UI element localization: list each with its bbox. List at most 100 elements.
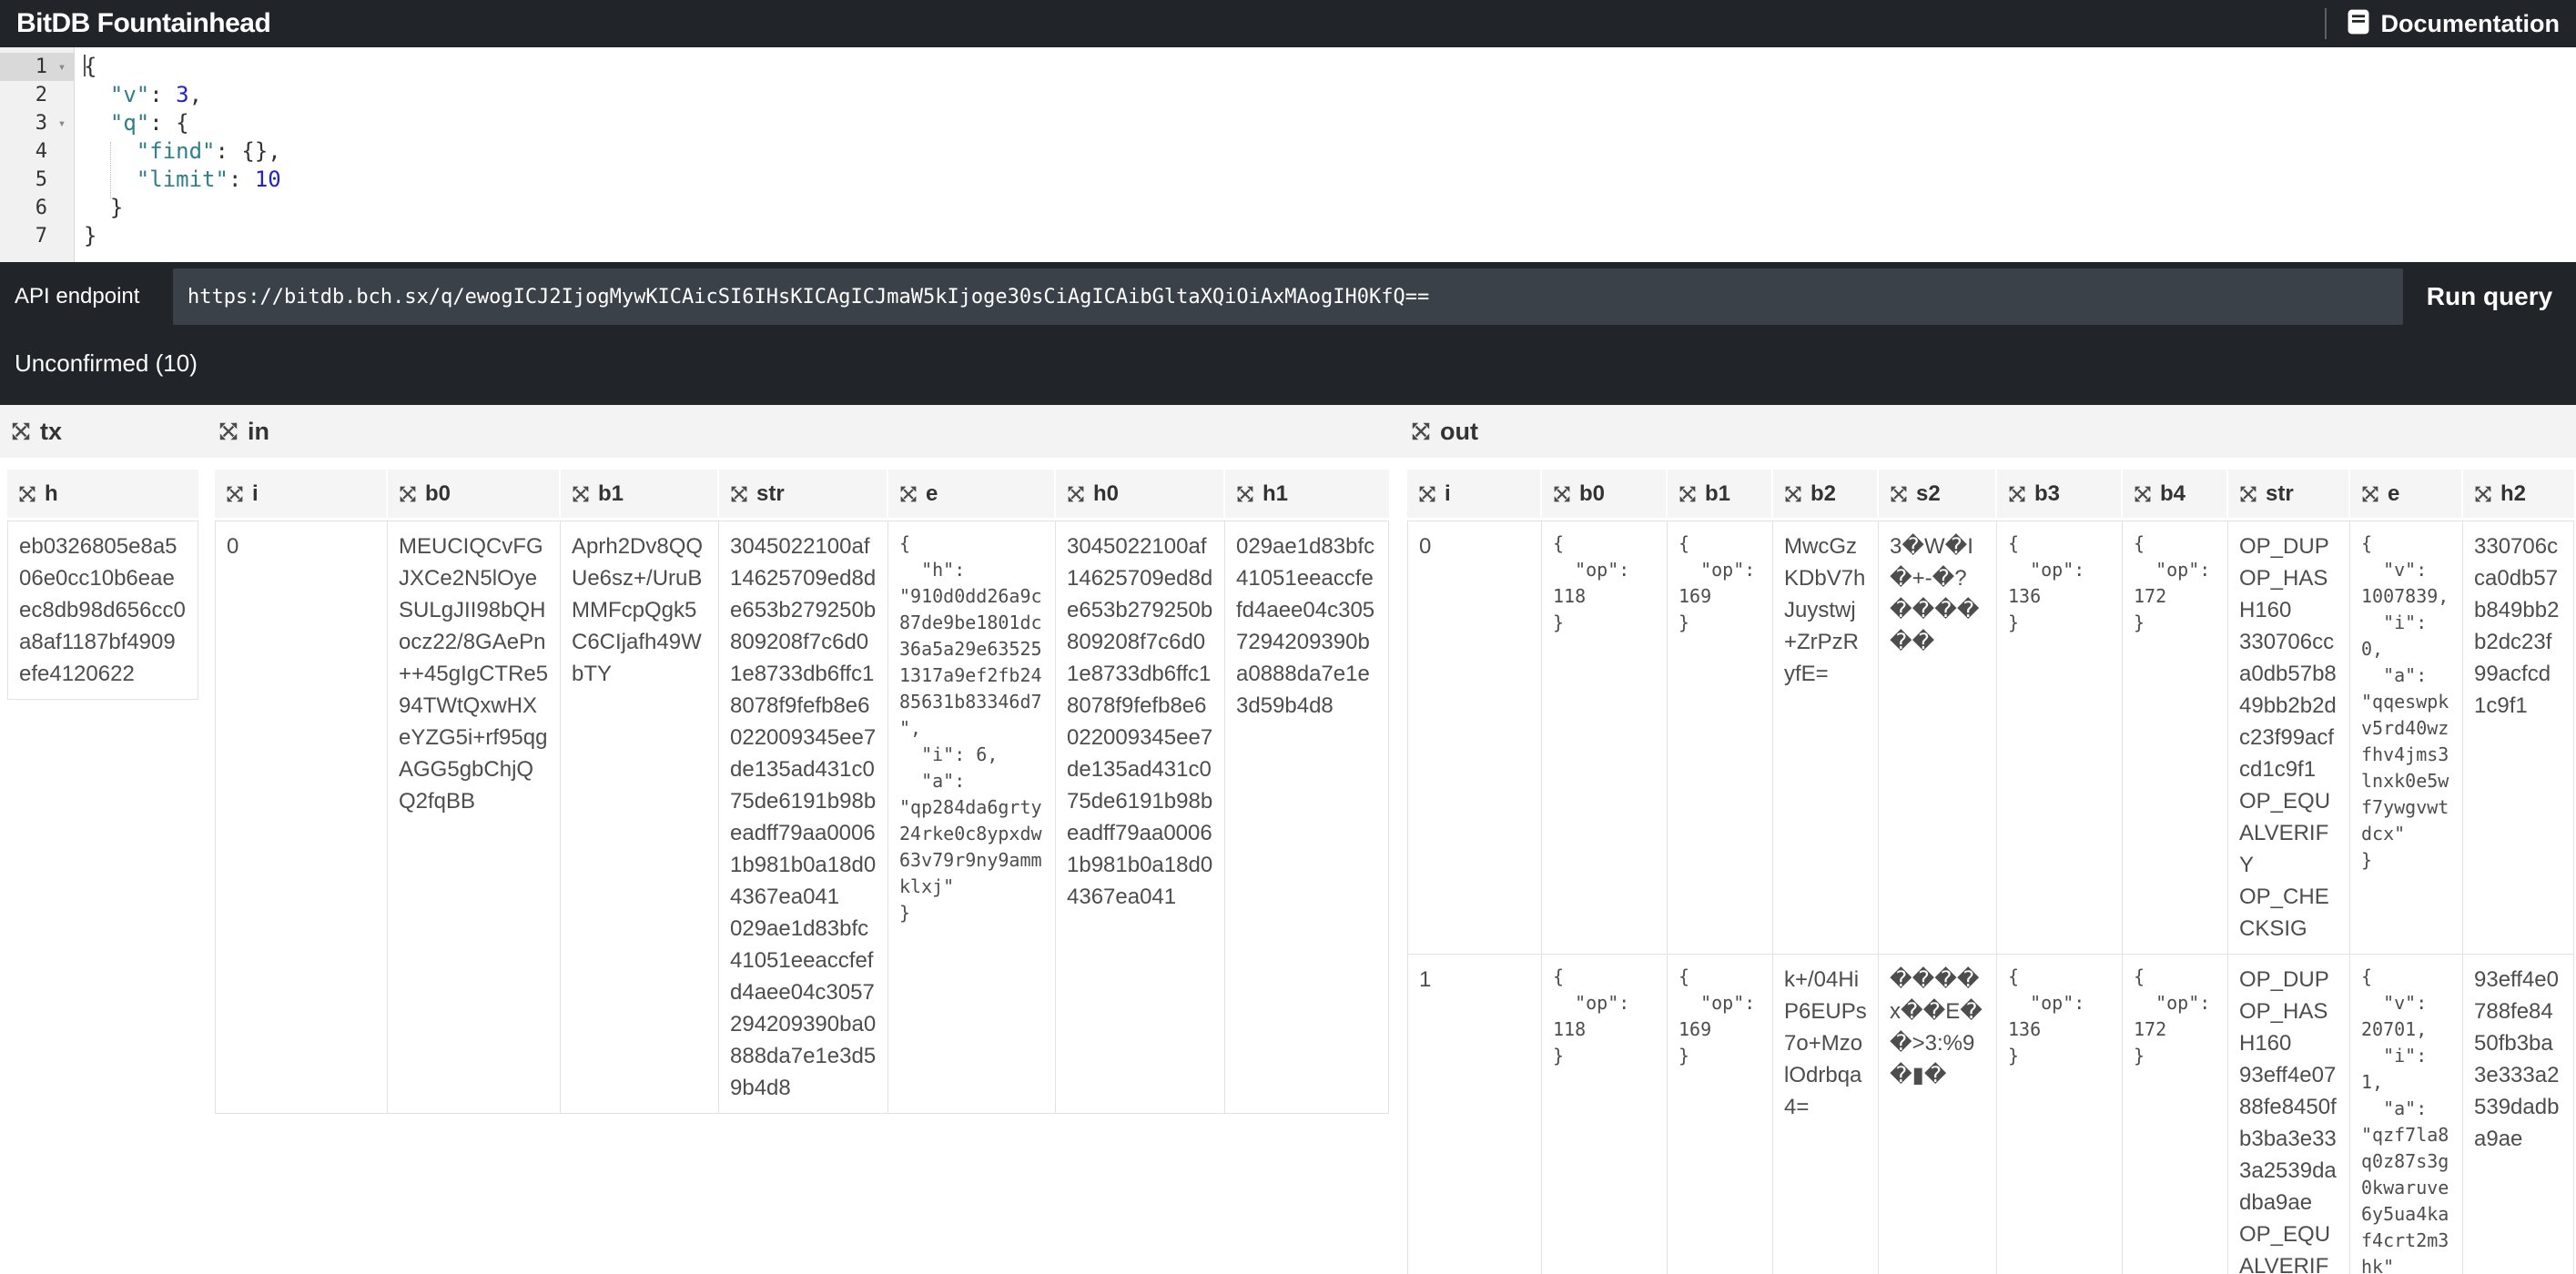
table-row: 0{ "op": 118 }{ "op": 169 }MwcGzKDbV7hJu… xyxy=(1407,521,2574,955)
column-label: str xyxy=(756,481,785,507)
group-label-out: out xyxy=(1407,405,2574,458)
book-icon xyxy=(2347,9,2370,39)
expand-arrows-icon[interactable] xyxy=(1890,485,1908,503)
column-label: b2 xyxy=(1810,481,1836,507)
column-header-out-b4[interactable]: b4 xyxy=(2123,470,2228,521)
expand-arrows-icon[interactable] xyxy=(1236,485,1254,503)
topbar-divider xyxy=(2325,8,2327,39)
code-line: } xyxy=(84,222,2576,250)
cell-out-i: 0 xyxy=(1407,521,1542,955)
fold-arrow-icon[interactable]: ▾ xyxy=(50,60,74,75)
documentation-label: Documentation xyxy=(2380,10,2560,38)
table-row: eb0326805e8a506e0cc10b6eaeec8db98d656cc0… xyxy=(7,521,198,700)
results-groups: txheb0326805e8a506e0cc10b6eaeec8db98d656… xyxy=(0,405,2576,1274)
fold-arrow-icon[interactable]: ▾ xyxy=(50,116,74,131)
group-in: inib0b1streh0h10MEUCIQCvFGJXCe2N5lOyeSUL… xyxy=(215,405,1389,1114)
column-header-out-str[interactable]: str xyxy=(2228,470,2350,521)
expand-arrows-icon[interactable] xyxy=(1067,485,1085,503)
column-header-out-i[interactable]: i xyxy=(1407,470,1542,521)
expand-arrows-icon[interactable] xyxy=(2134,485,2152,503)
column-header-in-b1[interactable]: b1 xyxy=(561,470,719,521)
cell-out-b1: { "op": 169 } xyxy=(1668,955,1773,1274)
column-header-out-b2[interactable]: b2 xyxy=(1773,470,1879,521)
column-header-out-b0[interactable]: b0 xyxy=(1542,470,1668,521)
expand-arrows-icon[interactable] xyxy=(1678,485,1697,503)
line-number: 5 xyxy=(0,168,50,191)
line-number: 1 xyxy=(0,56,50,78)
expand-arrows-icon[interactable] xyxy=(1553,485,1571,503)
column-label: b1 xyxy=(598,481,624,507)
gutter-line: 5 xyxy=(0,166,74,194)
editor-code[interactable]: { "v": 3, "q": { "find": {}, "limit": 10… xyxy=(75,47,2576,262)
column-label: e xyxy=(2388,481,2399,507)
editor-gutter: 1▾23▾4567 xyxy=(0,47,75,262)
cell-in-b0: MEUCIQCvFGJXCe2N5lOyeSULgJII98bQHocz22/8… xyxy=(388,521,561,1114)
cell-out-b3: { "op": 136 } xyxy=(1997,521,2123,955)
expand-arrows-icon[interactable] xyxy=(399,485,417,503)
expand-arrows-icon[interactable] xyxy=(2361,485,2379,503)
api-endpoint-input[interactable] xyxy=(173,268,2403,325)
run-query-button[interactable]: Run query xyxy=(2403,282,2576,311)
expand-arrows-icon[interactable] xyxy=(572,485,590,503)
expand-arrows-icon[interactable] xyxy=(218,421,238,441)
expand-arrows-icon[interactable] xyxy=(899,485,918,503)
expand-arrows-icon[interactable] xyxy=(226,485,244,503)
code-line: { xyxy=(84,53,2576,81)
gutter-line: 2 xyxy=(0,81,74,109)
column-label: i xyxy=(252,481,259,507)
column-header-out-b3[interactable]: b3 xyxy=(1997,470,2123,521)
gutter-line: 6 xyxy=(0,194,74,222)
cell-out-s2: ����x��E��>3:%9�▮� xyxy=(1879,955,1997,1274)
api-endpoint-row: API endpoint Run query xyxy=(0,268,2576,325)
column-header-in-b0[interactable]: b0 xyxy=(388,470,561,521)
cell-out-b1: { "op": 169 } xyxy=(1668,521,1773,955)
expand-arrows-icon[interactable] xyxy=(11,421,31,441)
column-header-in-h1[interactable]: h1 xyxy=(1225,470,1389,521)
code-line: "limit": 10 xyxy=(84,166,2576,194)
column-label: h0 xyxy=(1093,481,1119,507)
unconfirmed-status: Unconfirmed (10) xyxy=(15,349,2576,378)
cell-in-e: { "h": "910d0dd26a9c87de9be1801dc36a5a29… xyxy=(888,521,1056,1114)
expand-arrows-icon[interactable] xyxy=(1418,485,1436,503)
expand-arrows-icon[interactable] xyxy=(18,485,36,503)
cell-in-h0: 3045022100af14625709ed8de653b279250b8092… xyxy=(1056,521,1225,1114)
cell-out-h2: 93eff4e0788fe8450fb3ba3e333a2539dadba9ae xyxy=(2463,955,2574,1274)
cell-out-b4: { "op": 172 } xyxy=(2123,521,2228,955)
results-table-out: ib0 b1 b2 s2b3 b4 str e h20{ "op": 118 }{ "op":… xyxy=(1407,470,2574,1274)
expand-arrows-icon[interactable] xyxy=(1411,421,1431,441)
table-row: 0MEUCIQCvFGJXCe2N5lOyeSULgJII98bQHocz22/… xyxy=(215,521,1389,1114)
column-header-out-s2[interactable]: s2 xyxy=(1879,470,1997,521)
expand-arrows-icon[interactable] xyxy=(730,485,748,503)
column-label: b0 xyxy=(425,481,451,507)
results-table-in: i b0 b1 str e h0 h1 0MEUCIQCvFGJXCe2N5lOyeSULgJ… xyxy=(215,470,1389,1114)
cell-out-e: { "v": 1007839, "i": 0, "a": "qqeswpkv5r… xyxy=(2350,521,2463,955)
group-label-text: out xyxy=(1440,418,1478,446)
documentation-link[interactable]: Documentation xyxy=(2347,9,2560,39)
column-label: b1 xyxy=(1705,481,1730,507)
column-header-out-b1[interactable]: b1 xyxy=(1668,470,1773,521)
column-label: b4 xyxy=(2160,481,2186,507)
cell-out-b2: MwcGzKDbV7hJuystwj+ZrPzRyfE= xyxy=(1773,521,1879,955)
expand-arrows-icon[interactable] xyxy=(2239,485,2257,503)
indent-guide xyxy=(110,142,111,198)
column-header-in-i[interactable]: i xyxy=(215,470,388,521)
line-number: 4 xyxy=(0,140,50,163)
column-header-out-e[interactable]: e xyxy=(2350,470,2463,521)
code-line: "q": { xyxy=(84,109,2576,137)
cell-in-str: 3045022100af14625709ed8de653b279250b8092… xyxy=(719,521,888,1114)
expand-arrows-icon[interactable] xyxy=(1784,485,1802,503)
line-number: 2 xyxy=(0,84,50,106)
column-label: h1 xyxy=(1263,481,1288,507)
column-header-in-e[interactable]: e xyxy=(888,470,1056,521)
expand-arrows-icon[interactable] xyxy=(2008,485,2026,503)
expand-arrows-icon[interactable] xyxy=(2474,485,2492,503)
cell-out-str: OP_DUP OP_HASH160 93eff4e0788fe8450fb3ba… xyxy=(2228,955,2350,1274)
column-header-tx-h[interactable]: h xyxy=(7,470,198,521)
gutter-line: 4 xyxy=(0,137,74,166)
column-header-in-str[interactable]: str xyxy=(719,470,888,521)
query-editor[interactable]: 1▾23▾4567 { "v": 3, "q": { "find": {}, "… xyxy=(0,47,2576,262)
cell-in-h1: 029ae1d83bfc41051eeaccfefd4aee04c3057294… xyxy=(1225,521,1389,1114)
column-header-out-h2[interactable]: h2 xyxy=(2463,470,2574,521)
column-header-in-h0[interactable]: h0 xyxy=(1056,470,1225,521)
cell-out-str: OP_DUP OP_HASH160 330706cca0db57b849bb2b… xyxy=(2228,521,2350,955)
